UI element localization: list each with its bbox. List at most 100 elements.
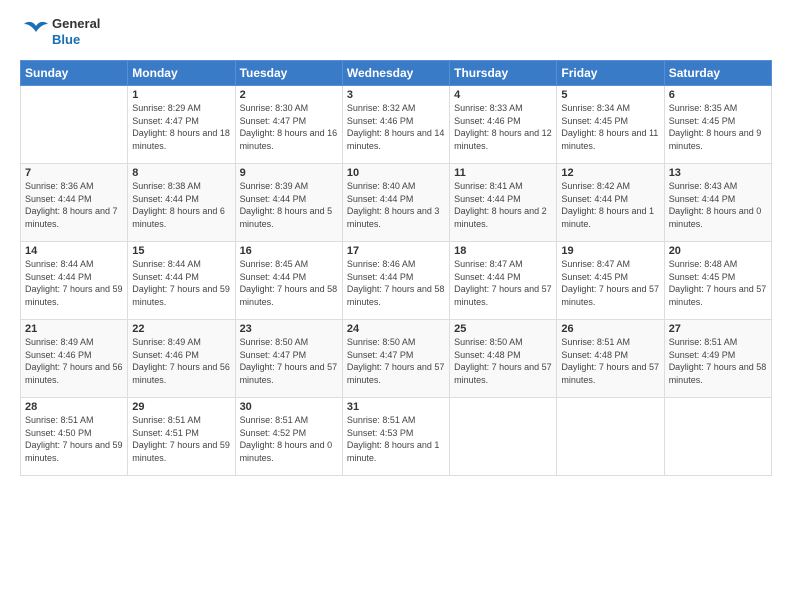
day-info: Sunrise: 8:43 AMSunset: 4:44 PMDaylight:…	[669, 180, 767, 230]
calendar-cell: 24Sunrise: 8:50 AMSunset: 4:47 PMDayligh…	[342, 320, 449, 398]
day-number: 9	[240, 167, 338, 179]
day-info: Sunrise: 8:44 AMSunset: 4:44 PMDaylight:…	[25, 258, 123, 308]
day-info: Sunrise: 8:47 AMSunset: 4:45 PMDaylight:…	[561, 258, 659, 308]
day-info: Sunrise: 8:42 AMSunset: 4:44 PMDaylight:…	[561, 180, 659, 230]
logo-general-text: General	[52, 16, 100, 32]
calendar-cell: 16Sunrise: 8:45 AMSunset: 4:44 PMDayligh…	[235, 242, 342, 320]
calendar-cell: 21Sunrise: 8:49 AMSunset: 4:46 PMDayligh…	[21, 320, 128, 398]
calendar-week-row: 1Sunrise: 8:29 AMSunset: 4:47 PMDaylight…	[21, 86, 772, 164]
calendar-cell: 2Sunrise: 8:30 AMSunset: 4:47 PMDaylight…	[235, 86, 342, 164]
day-number: 20	[669, 245, 767, 257]
day-number: 13	[669, 167, 767, 179]
day-info: Sunrise: 8:39 AMSunset: 4:44 PMDaylight:…	[240, 180, 338, 230]
calendar-cell	[664, 398, 771, 476]
day-number: 5	[561, 89, 659, 101]
day-of-week-header: Wednesday	[342, 61, 449, 86]
logo-blue-text: Blue	[52, 32, 100, 48]
day-number: 2	[240, 89, 338, 101]
calendar-cell: 15Sunrise: 8:44 AMSunset: 4:44 PMDayligh…	[128, 242, 235, 320]
day-number: 18	[454, 245, 552, 257]
calendar-cell: 14Sunrise: 8:44 AMSunset: 4:44 PMDayligh…	[21, 242, 128, 320]
day-number: 28	[25, 401, 123, 413]
calendar-cell: 30Sunrise: 8:51 AMSunset: 4:52 PMDayligh…	[235, 398, 342, 476]
calendar-cell: 29Sunrise: 8:51 AMSunset: 4:51 PMDayligh…	[128, 398, 235, 476]
day-number: 7	[25, 167, 123, 179]
day-info: Sunrise: 8:51 AMSunset: 4:52 PMDaylight:…	[240, 414, 338, 464]
day-info: Sunrise: 8:32 AMSunset: 4:46 PMDaylight:…	[347, 102, 445, 152]
day-info: Sunrise: 8:49 AMSunset: 4:46 PMDaylight:…	[25, 336, 123, 386]
calendar-cell: 3Sunrise: 8:32 AMSunset: 4:46 PMDaylight…	[342, 86, 449, 164]
day-info: Sunrise: 8:38 AMSunset: 4:44 PMDaylight:…	[132, 180, 230, 230]
day-number: 22	[132, 323, 230, 335]
calendar-cell: 25Sunrise: 8:50 AMSunset: 4:48 PMDayligh…	[450, 320, 557, 398]
day-info: Sunrise: 8:41 AMSunset: 4:44 PMDaylight:…	[454, 180, 552, 230]
calendar-cell: 6Sunrise: 8:35 AMSunset: 4:45 PMDaylight…	[664, 86, 771, 164]
calendar-cell: 20Sunrise: 8:48 AMSunset: 4:45 PMDayligh…	[664, 242, 771, 320]
day-of-week-header: Friday	[557, 61, 664, 86]
day-number: 8	[132, 167, 230, 179]
day-number: 12	[561, 167, 659, 179]
day-info: Sunrise: 8:33 AMSunset: 4:46 PMDaylight:…	[454, 102, 552, 152]
header: General Blue	[20, 16, 772, 48]
day-info: Sunrise: 8:29 AMSunset: 4:47 PMDaylight:…	[132, 102, 230, 152]
calendar-week-row: 14Sunrise: 8:44 AMSunset: 4:44 PMDayligh…	[21, 242, 772, 320]
calendar-cell: 13Sunrise: 8:43 AMSunset: 4:44 PMDayligh…	[664, 164, 771, 242]
day-info: Sunrise: 8:35 AMSunset: 4:45 PMDaylight:…	[669, 102, 767, 152]
day-number: 21	[25, 323, 123, 335]
calendar-cell: 5Sunrise: 8:34 AMSunset: 4:45 PMDaylight…	[557, 86, 664, 164]
day-number: 31	[347, 401, 445, 413]
day-info: Sunrise: 8:51 AMSunset: 4:53 PMDaylight:…	[347, 414, 445, 464]
day-info: Sunrise: 8:34 AMSunset: 4:45 PMDaylight:…	[561, 102, 659, 152]
day-number: 14	[25, 245, 123, 257]
calendar-cell: 22Sunrise: 8:49 AMSunset: 4:46 PMDayligh…	[128, 320, 235, 398]
day-number: 1	[132, 89, 230, 101]
day-number: 25	[454, 323, 552, 335]
day-info: Sunrise: 8:51 AMSunset: 4:51 PMDaylight:…	[132, 414, 230, 464]
calendar-cell: 8Sunrise: 8:38 AMSunset: 4:44 PMDaylight…	[128, 164, 235, 242]
page-container: General Blue SundayMondayTuesdayWednesda…	[0, 0, 792, 486]
day-number: 10	[347, 167, 445, 179]
day-number: 30	[240, 401, 338, 413]
calendar-cell: 18Sunrise: 8:47 AMSunset: 4:44 PMDayligh…	[450, 242, 557, 320]
calendar-cell: 28Sunrise: 8:51 AMSunset: 4:50 PMDayligh…	[21, 398, 128, 476]
day-number: 4	[454, 89, 552, 101]
day-info: Sunrise: 8:48 AMSunset: 4:45 PMDaylight:…	[669, 258, 767, 308]
day-number: 29	[132, 401, 230, 413]
day-info: Sunrise: 8:44 AMSunset: 4:44 PMDaylight:…	[132, 258, 230, 308]
calendar-cell: 19Sunrise: 8:47 AMSunset: 4:45 PMDayligh…	[557, 242, 664, 320]
logo: General Blue	[20, 16, 100, 48]
day-number: 19	[561, 245, 659, 257]
day-number: 27	[669, 323, 767, 335]
day-info: Sunrise: 8:45 AMSunset: 4:44 PMDaylight:…	[240, 258, 338, 308]
calendar-cell: 4Sunrise: 8:33 AMSunset: 4:46 PMDaylight…	[450, 86, 557, 164]
day-number: 16	[240, 245, 338, 257]
calendar-week-row: 7Sunrise: 8:36 AMSunset: 4:44 PMDaylight…	[21, 164, 772, 242]
day-number: 11	[454, 167, 552, 179]
day-info: Sunrise: 8:51 AMSunset: 4:49 PMDaylight:…	[669, 336, 767, 386]
day-number: 15	[132, 245, 230, 257]
day-number: 24	[347, 323, 445, 335]
day-number: 26	[561, 323, 659, 335]
day-info: Sunrise: 8:50 AMSunset: 4:47 PMDaylight:…	[240, 336, 338, 386]
calendar-week-row: 21Sunrise: 8:49 AMSunset: 4:46 PMDayligh…	[21, 320, 772, 398]
day-info: Sunrise: 8:49 AMSunset: 4:46 PMDaylight:…	[132, 336, 230, 386]
day-number: 6	[669, 89, 767, 101]
day-of-week-header: Tuesday	[235, 61, 342, 86]
day-info: Sunrise: 8:50 AMSunset: 4:47 PMDaylight:…	[347, 336, 445, 386]
calendar-cell: 23Sunrise: 8:50 AMSunset: 4:47 PMDayligh…	[235, 320, 342, 398]
calendar-cell: 27Sunrise: 8:51 AMSunset: 4:49 PMDayligh…	[664, 320, 771, 398]
day-info: Sunrise: 8:40 AMSunset: 4:44 PMDaylight:…	[347, 180, 445, 230]
calendar-table: SundayMondayTuesdayWednesdayThursdayFrid…	[20, 60, 772, 476]
day-info: Sunrise: 8:30 AMSunset: 4:47 PMDaylight:…	[240, 102, 338, 152]
day-of-week-header: Sunday	[21, 61, 128, 86]
day-number: 3	[347, 89, 445, 101]
day-of-week-header: Monday	[128, 61, 235, 86]
day-info: Sunrise: 8:50 AMSunset: 4:48 PMDaylight:…	[454, 336, 552, 386]
calendar-cell: 9Sunrise: 8:39 AMSunset: 4:44 PMDaylight…	[235, 164, 342, 242]
calendar-cell: 7Sunrise: 8:36 AMSunset: 4:44 PMDaylight…	[21, 164, 128, 242]
calendar-cell: 26Sunrise: 8:51 AMSunset: 4:48 PMDayligh…	[557, 320, 664, 398]
calendar-header-row: SundayMondayTuesdayWednesdayThursdayFrid…	[21, 61, 772, 86]
calendar-cell: 12Sunrise: 8:42 AMSunset: 4:44 PMDayligh…	[557, 164, 664, 242]
calendar-cell: 10Sunrise: 8:40 AMSunset: 4:44 PMDayligh…	[342, 164, 449, 242]
day-of-week-header: Saturday	[664, 61, 771, 86]
